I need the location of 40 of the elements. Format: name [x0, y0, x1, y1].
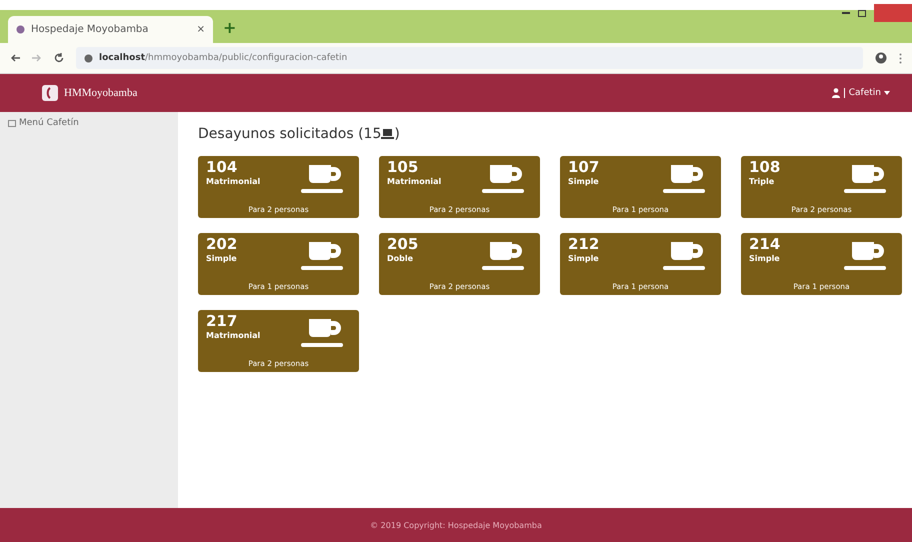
maximize-icon[interactable] [858, 10, 866, 16]
caret-icon [884, 91, 890, 95]
room-number: 214 [749, 236, 782, 253]
account-icon[interactable] [875, 52, 887, 64]
laptop-icon [381, 128, 394, 140]
more-menu-icon[interactable] [899, 52, 902, 64]
back-arrow-icon[interactable] [10, 54, 20, 62]
room-number: 104 [206, 159, 238, 176]
calendar-icon [8, 119, 16, 127]
page-heading: Desayunos solicitados (15 ) [198, 126, 401, 142]
sidebar-item[interactable]: Menú Cafetín [8, 118, 170, 128]
new-tab-button[interactable]: + [223, 18, 236, 37]
room-type: Simple [568, 253, 600, 265]
tab-close-button[interactable]: × [196, 24, 205, 35]
room-type: Simple [568, 176, 600, 188]
room-number: 202 [206, 236, 238, 253]
user-menu[interactable]: Cafetin [844, 88, 881, 98]
globe-icon [16, 25, 25, 34]
room-type: Triple [749, 176, 776, 188]
room-number: 105 [387, 159, 420, 176]
room-type: Matrimonial [206, 330, 262, 342]
room-type: Simple [749, 253, 781, 265]
room-number: 205 [387, 236, 420, 253]
room-number: 107 [568, 159, 600, 176]
minimize-icon[interactable] [842, 12, 850, 14]
reload-icon[interactable] [54, 53, 64, 63]
room-type: Matrimonial [387, 176, 442, 188]
browser-tab[interactable]: Hospedaje Moyobamba × [8, 16, 213, 43]
user-icon [832, 88, 840, 98]
brand-name[interactable]: HMMoyobamba [64, 87, 138, 99]
logo-icon [42, 85, 58, 101]
room-type: Simple [206, 253, 238, 265]
room-type: Matrimonial [206, 176, 262, 188]
room-number: 108 [749, 159, 782, 176]
room-number: 212 [568, 236, 600, 253]
room-type: Doble [387, 253, 414, 265]
info-icon [84, 54, 93, 62]
footer-copyright: © 2019 Copyright: Hospedaje Moyobamba [370, 520, 542, 530]
address-bar[interactable]: localhost/hmmoyobamba/public/configuracion-cafetin [76, 47, 863, 69]
room-number: 217 [206, 313, 238, 330]
